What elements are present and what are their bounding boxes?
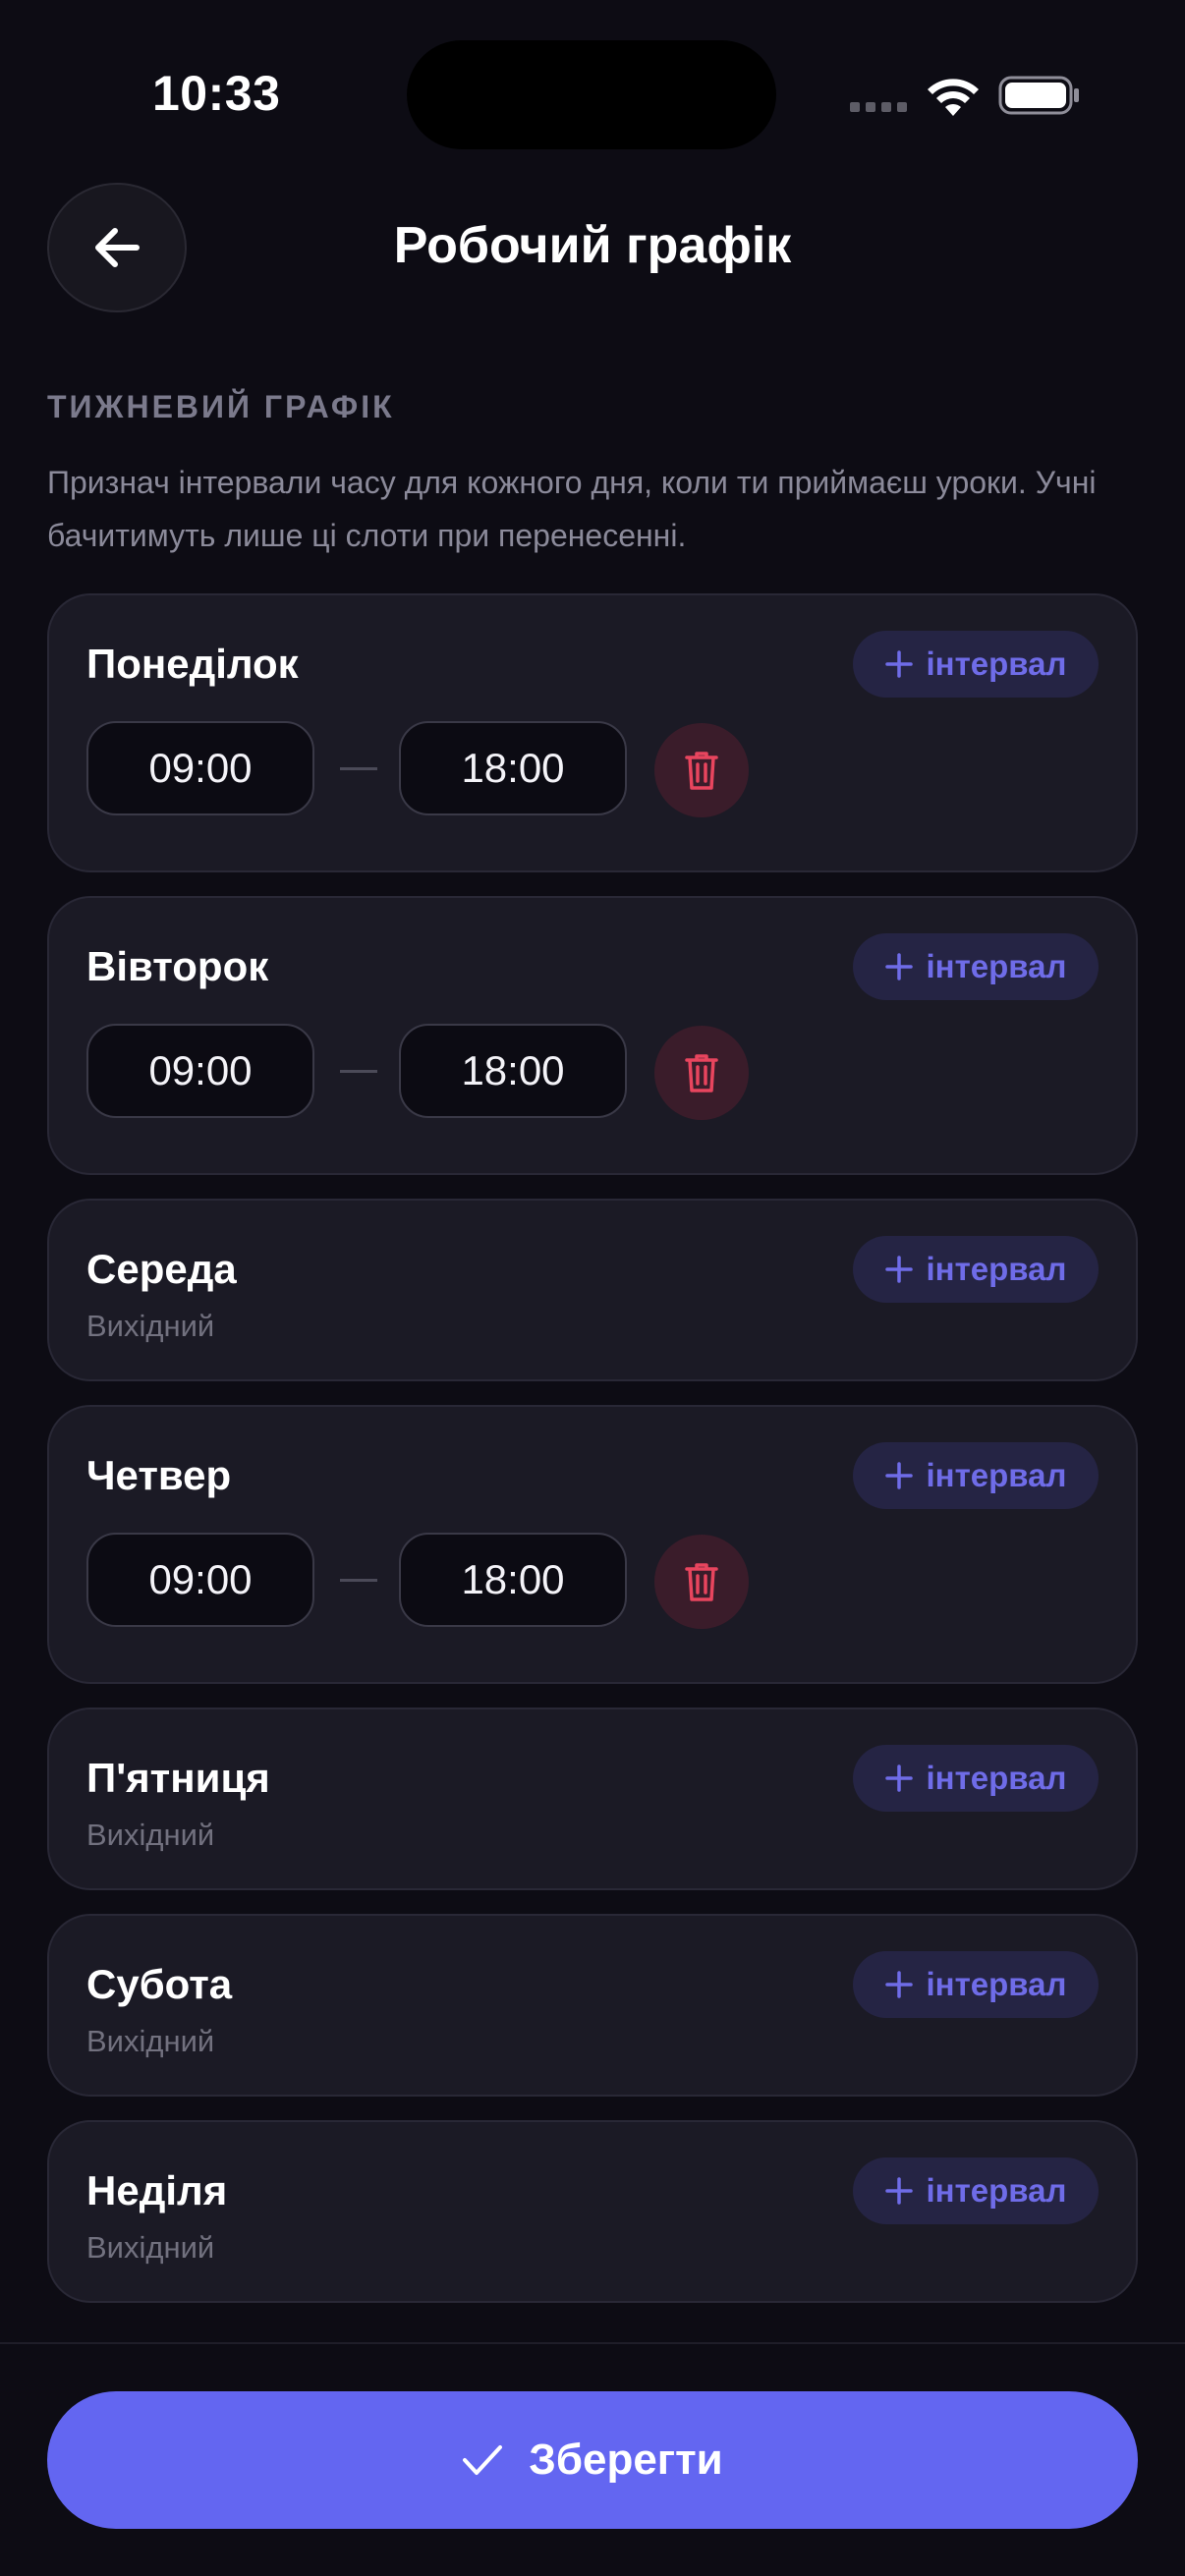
add-interval-button[interactable]: інтервал [853,1442,1099,1509]
section-title: ТИЖНЕВИЙ ГРАФІК [47,389,395,424]
dynamic-island [407,40,776,149]
footer-divider [0,2342,1185,2344]
checkmark-icon [463,2445,503,2475]
day-card-tuesday: Вівторок інтервал 09:00 18:00 [47,896,1138,1175]
plus-icon [884,2177,913,2205]
add-interval-button[interactable]: інтервал [853,1745,1099,1812]
interval-end-time[interactable]: 18:00 [399,721,627,815]
save-button[interactable]: Зберегти [47,2391,1138,2529]
interval-start-time[interactable]: 09:00 [86,1533,314,1627]
day-name: Середа [86,1246,237,1292]
screen: 10:33 Робочий графік ТИЖНЕВИЙ ГРАФІК При… [0,0,1185,2576]
section-description: Признач інтервали часу для кожного дня, … [47,465,1097,553]
interval-end-time[interactable]: 18:00 [399,1024,627,1118]
day-off-label: Вихідний [86,1309,215,1343]
day-card-monday: Понеділок інтервал 09:00 18:00 [47,593,1138,872]
day-card-saturday: Субота Вихідний інтервал [47,1914,1138,2097]
wifi-icon [928,79,979,116]
plus-icon [884,1764,913,1792]
add-interval-label: інтервал [926,2172,1067,2209]
delete-interval-button[interactable] [654,1026,749,1120]
add-interval-label: інтервал [926,1457,1067,1493]
delete-interval-button[interactable] [654,723,749,817]
day-name: П'ятниця [86,1755,270,1801]
day-name: Четвер [86,1452,232,1498]
trash-icon [685,752,718,790]
plus-icon [884,1462,913,1489]
day-off-label: Вихідний [86,2230,215,2265]
plus-icon [884,1971,913,1998]
day-name: Неділя [86,2167,228,2213]
day-card-sunday: Неділя Вихідний інтервал [47,2120,1138,2303]
add-interval-label: інтервал [926,645,1067,682]
interval-separator [340,1070,377,1073]
plus-icon [884,650,913,678]
add-interval-label: інтервал [926,1966,1067,2002]
save-button-label: Зберегти [529,2436,723,2484]
day-card-wednesday: Середа Вихідний інтервал [47,1199,1138,1381]
add-interval-label: інтервал [926,1760,1067,1796]
day-name: Понеділок [86,641,299,687]
day-card-friday: П'ятниця Вихідний інтервал [47,1708,1138,1890]
day-off-label: Вихідний [86,2024,215,2058]
add-interval-button[interactable]: інтервал [853,631,1099,698]
day-card-thursday: Четвер інтервал 09:00 18:00 [47,1405,1138,1684]
page-title: Робочий графік [393,217,792,274]
add-interval-label: інтервал [926,948,1067,984]
trash-icon [685,1054,718,1092]
delete-interval-button[interactable] [654,1535,749,1629]
trash-icon [685,1563,718,1601]
add-interval-button[interactable]: інтервал [853,933,1099,1000]
interval-start-time[interactable]: 09:00 [86,1024,314,1118]
cellular-signal-icon [850,102,907,112]
add-interval-button[interactable]: інтервал [853,2157,1099,2224]
interval-start-time[interactable]: 09:00 [86,721,314,815]
interval-end-time[interactable]: 18:00 [399,1533,627,1627]
status-time: 10:33 [152,66,281,121]
day-off-label: Вихідний [86,1818,215,1852]
interval-separator [340,767,377,770]
interval-separator [340,1579,377,1582]
day-name: Субота [86,1961,233,2007]
add-interval-button[interactable]: інтервал [853,1951,1099,2018]
add-interval-button[interactable]: інтервал [853,1236,1099,1303]
plus-icon [884,953,913,980]
add-interval-label: інтервал [926,1251,1067,1287]
battery-icon [998,76,1079,115]
plus-icon [884,1256,913,1283]
day-name: Вівторок [86,943,269,989]
